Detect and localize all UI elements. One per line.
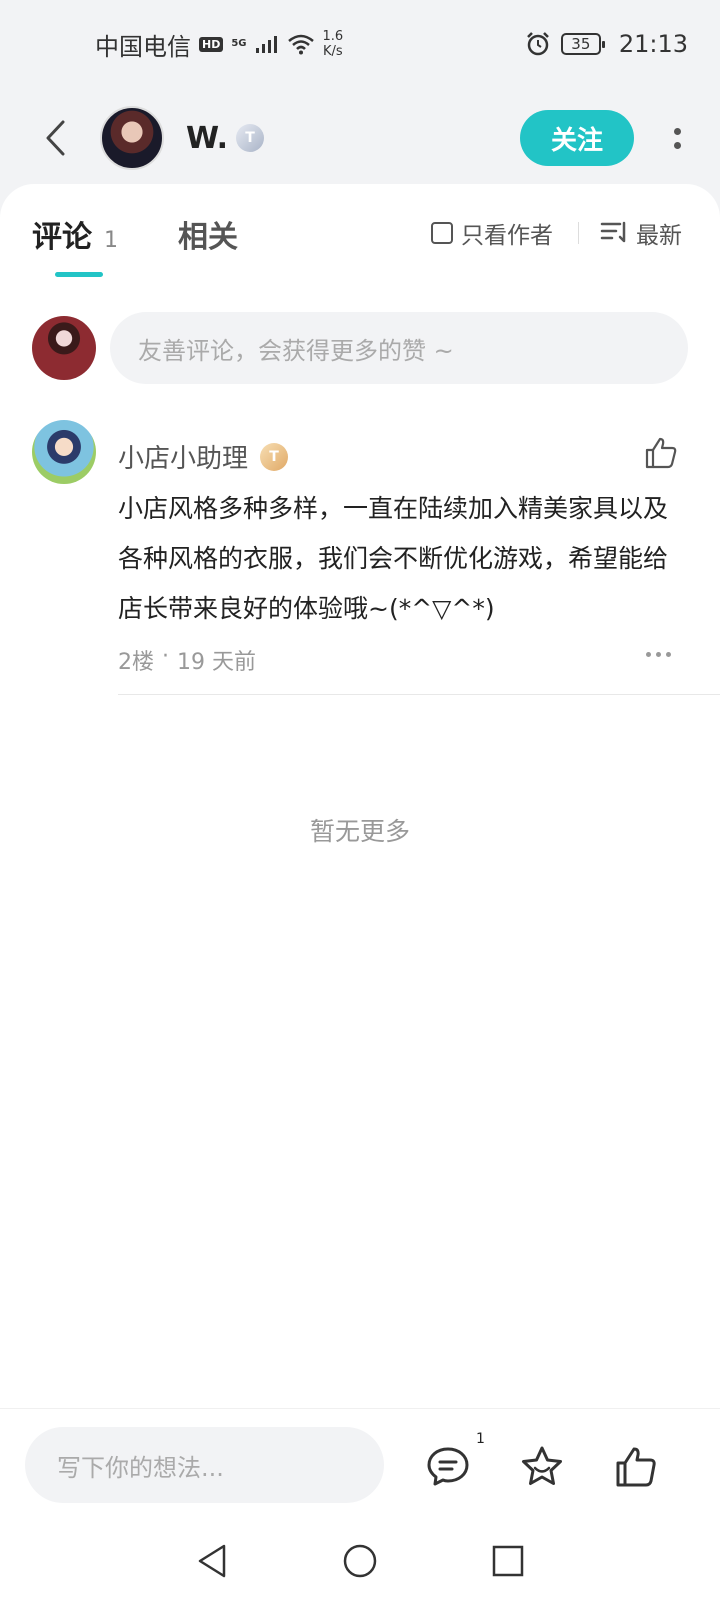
thumbs-up-icon[interactable] <box>644 436 678 470</box>
comments-sheet: 评论 1 相关 只看作者 最新 友善评论，会获得更多的赞 ~ 小店小助理 T 小… <box>0 184 720 1600</box>
more-options-button[interactable] <box>660 110 694 166</box>
author-name[interactable]: W. <box>186 121 228 156</box>
sort-button[interactable]: 最新 <box>600 216 682 250</box>
commenter-level-badge: T <box>260 442 289 471</box>
sort-icon <box>600 221 626 243</box>
nav-home-button[interactable] <box>340 1541 380 1581</box>
my-avatar <box>32 316 96 380</box>
post-header: W. T 关注 <box>0 88 720 188</box>
comment-more-button[interactable] <box>646 652 671 657</box>
checkbox-icon <box>431 222 453 244</box>
back-button[interactable] <box>40 118 70 158</box>
tab-comments[interactable]: 评论 1 <box>32 212 118 256</box>
comment-divider <box>118 694 720 695</box>
status-left: 中国电信 HD 5G 1.6 K/s <box>95 27 343 62</box>
bottom-action-bar: 写下你的想法... 1 <box>0 1408 720 1522</box>
filter-divider <box>578 222 579 244</box>
status-bar: 中国电信 HD 5G 1.6 K/s 35 21:13 <box>0 0 720 88</box>
author-level-badge: T <box>236 124 265 152</box>
tab-active-indicator <box>55 272 103 277</box>
author-avatar[interactable] <box>100 106 164 170</box>
clock: 21:13 <box>618 30 688 58</box>
comment-count-badge: 1 <box>476 1431 485 1447</box>
nav-back-icon <box>198 1544 226 1578</box>
commenter-name[interactable]: 小店小助理 <box>118 438 248 475</box>
star-icon[interactable] <box>520 1445 564 1489</box>
system-nav-bar <box>0 1522 720 1600</box>
nav-home-icon <box>343 1544 377 1578</box>
comment-icon[interactable] <box>426 1445 470 1489</box>
more-vertical-icon <box>673 127 681 135</box>
nav-recents-button[interactable] <box>488 1541 528 1581</box>
author-only-toggle[interactable]: 只看作者 <box>431 216 553 250</box>
tab-comments-label: 评论 <box>32 220 92 255</box>
status-right: 35 21:13 <box>525 30 688 58</box>
battery-indicator: 35 <box>560 33 605 55</box>
follow-button[interactable]: 关注 <box>520 110 634 166</box>
comment-floor: 2楼 <box>118 650 154 675</box>
nav-back-button[interactable] <box>192 1541 232 1581</box>
net-speed-value: 1.6 <box>322 29 344 44</box>
wifi-icon <box>287 34 314 55</box>
write-thought-input[interactable]: 写下你的想法... <box>25 1427 384 1503</box>
comment-meta: 2楼 · 19 天前 <box>118 644 256 676</box>
comment-text: 小店风格多种多样，一直在陆续加入精美家具以及各种风格的衣服，我们会不断优化游戏，… <box>118 494 669 623</box>
carrier-label: 中国电信 <box>95 32 191 61</box>
tab-related[interactable]: 相关 <box>178 212 238 256</box>
net-speed: 1.6 K/s <box>323 29 344 59</box>
tab-bar: 评论 1 相关 只看作者 最新 <box>0 184 720 280</box>
hd-badge: HD <box>199 36 224 52</box>
commenter-name-row: 小店小助理 T <box>118 438 289 475</box>
nav-recents-icon <box>492 1545 524 1577</box>
more-horizontal-icon <box>646 652 651 657</box>
sort-label: 最新 <box>636 223 682 249</box>
back-arrow-icon <box>46 120 65 156</box>
comment-time: 19 天前 <box>177 650 256 675</box>
tab-comments-count: 1 <box>104 228 118 253</box>
list-end-text: 暂无更多 <box>309 817 410 846</box>
commenter-avatar[interactable] <box>32 420 96 484</box>
thumbs-up-icon[interactable] <box>614 1445 658 1489</box>
net-speed-unit: K/s <box>323 44 343 59</box>
comment-meta-separator: · <box>162 644 169 669</box>
signal-5g-label: 5G <box>231 38 247 49</box>
signal-icon <box>255 36 277 53</box>
comment-input[interactable]: 友善评论，会获得更多的赞 ~ <box>110 312 688 384</box>
alarm-icon <box>526 32 549 56</box>
author-only-label: 只看作者 <box>461 223 553 249</box>
